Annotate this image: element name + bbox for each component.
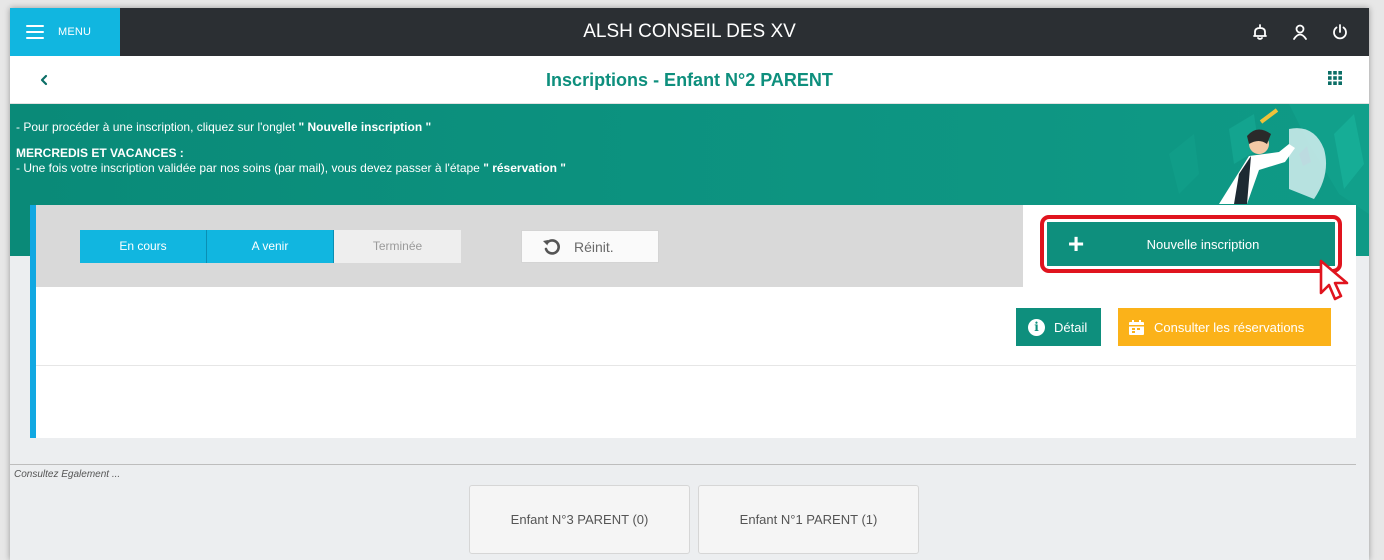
banner-line-1-bold: " Nouvelle inscription " — [298, 120, 432, 134]
sibling-child-button[interactable]: Enfant N°1 PARENT (1) — [698, 485, 919, 554]
banner-line-2: - Une fois votre inscription validée par… — [16, 161, 566, 176]
app-title: ALSH CONSEIL DES XV — [583, 21, 796, 42]
info-icon: i — [1028, 318, 1045, 336]
row-divider — [36, 365, 1356, 366]
tab-en-cours[interactable]: En cours — [80, 230, 207, 263]
new-inscription-label: Nouvelle inscription — [1146, 236, 1260, 252]
page-title: Inscriptions - Enfant N°2 PARENT — [546, 70, 833, 90]
power-icon[interactable] — [1329, 21, 1351, 43]
user-icon[interactable] — [1289, 21, 1311, 43]
reset-button[interactable]: Réinit. — [521, 230, 659, 263]
banner-line-1: - Pour procéder à une inscription, cliqu… — [16, 120, 566, 135]
calendar-icon — [1129, 319, 1144, 335]
see-also-divider — [10, 464, 1356, 465]
reset-label: Réinit. — [574, 238, 614, 255]
banner-heading: MERCREDIS ET VACANCES : — [16, 146, 566, 161]
apps-grid-button[interactable] — [1327, 70, 1347, 90]
sibling-child-button[interactable]: Enfant N°3 PARENT (0) — [469, 485, 690, 554]
banner-line-2-text: - Une fois votre inscription validée par… — [16, 161, 484, 175]
bell-icon[interactable] — [1249, 21, 1271, 43]
detail-label: Détail — [1054, 319, 1088, 335]
hamburger-icon — [26, 25, 44, 39]
top-icons — [1249, 8, 1351, 56]
top-bar: MENU ALSH CONSEIL DES XV — [10, 8, 1369, 56]
banner-heading-text: MERCREDIS ET VACANCES : — [16, 146, 184, 160]
undo-icon — [543, 238, 560, 255]
mouse-cursor-icon — [1319, 259, 1349, 301]
menu-button[interactable]: MENU — [10, 8, 120, 56]
detail-button[interactable]: i Détail — [1016, 308, 1101, 346]
status-filter: En cours A venir Terminée — [80, 230, 461, 263]
tab-a-venir[interactable]: A venir — [207, 230, 334, 263]
chevron-left-icon — [40, 74, 48, 86]
back-button[interactable] — [32, 68, 56, 92]
grid-icon — [1328, 71, 1342, 85]
menu-label: MENU — [58, 26, 92, 38]
app-window: MENU ALSH CONSEIL DES XV Inscriptions - … — [10, 8, 1369, 560]
tab-terminee[interactable]: Terminée — [334, 230, 461, 263]
see-also-label: Consultez Egalement ... — [14, 469, 121, 480]
banner-text: - Pour procéder à une inscription, cliqu… — [16, 120, 566, 176]
inscriptions-panel: En cours A venir Terminée Réinit. + Nouv… — [30, 205, 1356, 438]
banner-line-2-bold: " réservation " — [483, 161, 566, 175]
banner-line-1-text: - Pour procéder à une inscription, cliqu… — [16, 120, 299, 134]
banner-illustration — [1169, 104, 1369, 214]
title-bar: Inscriptions - Enfant N°2 PARENT — [10, 56, 1369, 104]
reservations-label: Consulter les réservations — [1154, 319, 1305, 335]
plus-icon: + — [1067, 228, 1085, 259]
new-inscription-button[interactable]: + Nouvelle inscription — [1047, 222, 1335, 266]
reservations-button[interactable]: Consulter les réservations — [1118, 308, 1331, 346]
filter-bar: En cours A venir Terminée Réinit. — [36, 205, 1023, 287]
